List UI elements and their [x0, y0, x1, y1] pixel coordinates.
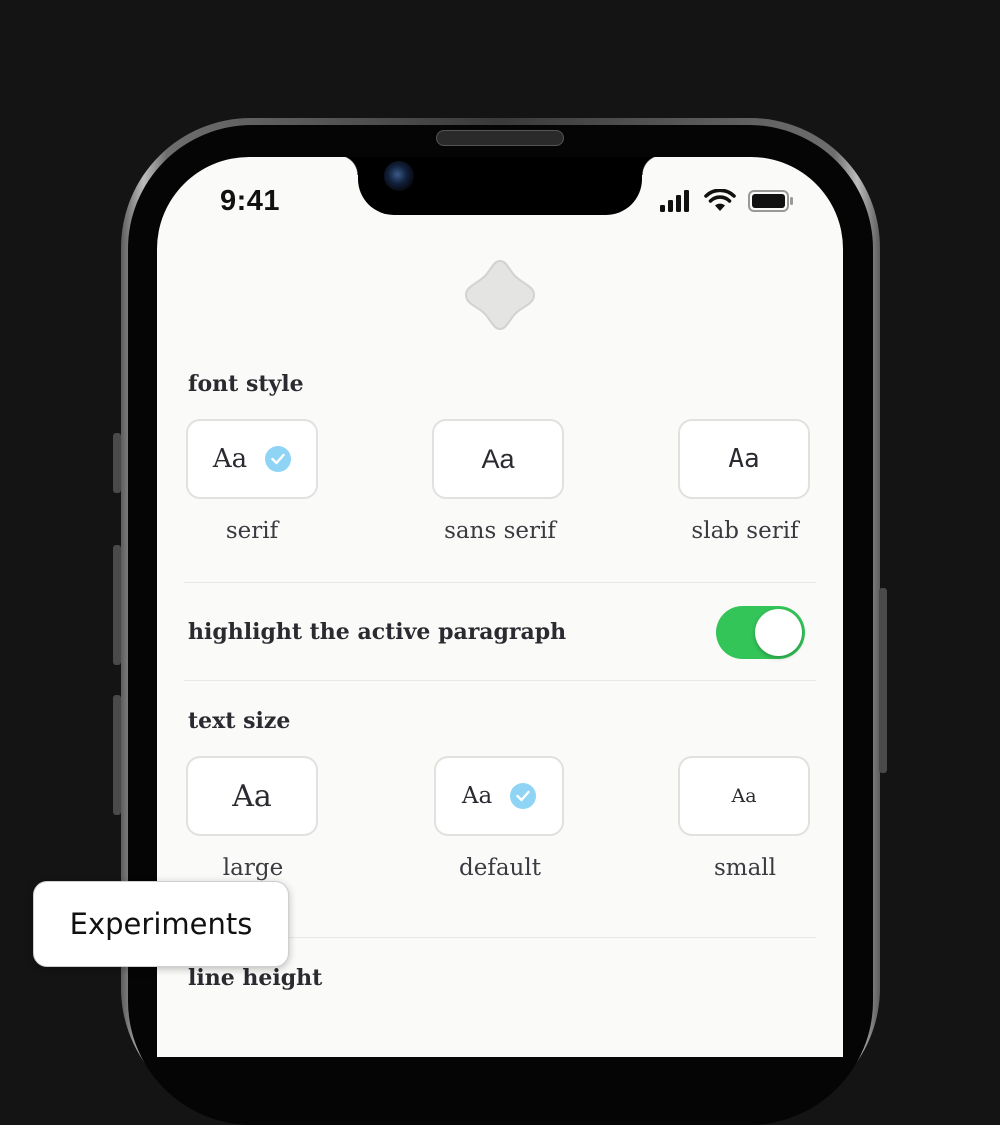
status-time: 9:41 [220, 185, 281, 217]
font-sample: Aa [481, 443, 515, 474]
checkmark-icon [265, 446, 292, 472]
text-size-option-small[interactable]: Aa [678, 756, 810, 836]
font-style-heading: font style [188, 371, 304, 397]
notch [338, 157, 662, 215]
wifi-icon [704, 188, 736, 216]
power-button [879, 588, 887, 773]
highlight-paragraph-label: highlight the active paragraph [188, 619, 567, 645]
font-sample: Aa [728, 444, 760, 474]
action-button [113, 433, 121, 493]
size-caption-default: default [459, 855, 541, 881]
volume-down-button [113, 695, 121, 815]
font-option-serif[interactable]: Aa [186, 419, 318, 499]
size-sample: Aa [232, 778, 272, 814]
text-size-option-default[interactable]: Aa [434, 756, 564, 836]
battery-icon [748, 189, 794, 216]
sparkle-star-icon [463, 258, 537, 332]
size-caption-small: small [713, 855, 777, 881]
volume-up-button [113, 545, 121, 665]
cellular-signal-icon [660, 189, 692, 216]
font-sample: Aa [212, 444, 248, 474]
line-height-heading: line height [188, 965, 323, 991]
divider [184, 680, 816, 681]
front-camera [384, 161, 414, 191]
size-sample: Aa [731, 785, 757, 807]
status-icons [660, 188, 794, 216]
divider [184, 582, 816, 583]
font-option-slab-serif[interactable]: Aa [678, 419, 810, 499]
experiments-chip[interactable]: Experiments [33, 881, 289, 967]
size-sample: Aa [461, 783, 493, 809]
font-caption-sans-serif: sans serif [444, 518, 556, 544]
toggle-knob [755, 609, 802, 656]
checkmark-icon [510, 783, 537, 809]
earpiece-speaker [436, 130, 564, 146]
font-caption-serif: serif [225, 518, 279, 544]
highlight-paragraph-toggle[interactable] [716, 606, 805, 659]
text-size-option-large[interactable]: Aa [186, 756, 318, 836]
size-caption-large: large [222, 855, 284, 881]
font-option-sans-serif[interactable]: Aa [432, 419, 564, 499]
text-size-heading: text size [188, 708, 291, 734]
font-caption-slab-serif: slab serif [691, 518, 799, 544]
